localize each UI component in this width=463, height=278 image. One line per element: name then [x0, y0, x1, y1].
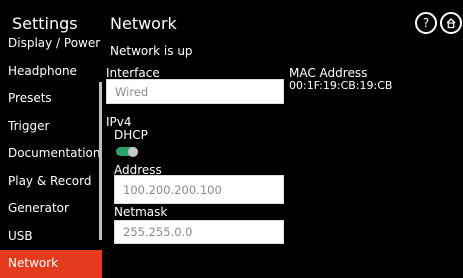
- interface-label: Interface: [106, 66, 160, 80]
- mac-address-label: MAC Address: [289, 66, 368, 80]
- interface-select[interactable]: Wired: [106, 79, 284, 104]
- ipv4-label: IPv4: [106, 115, 132, 129]
- dhcp-label: DHCP: [114, 128, 148, 142]
- dhcp-toggle-knob: [128, 146, 138, 157]
- sidebar-item-trigger[interactable]: Trigger: [0, 113, 102, 141]
- sidebar: Display / Power Headphone Presets Trigge…: [0, 30, 102, 278]
- home-button[interactable]: [440, 12, 462, 34]
- address-field[interactable]: 100.200.200.100: [114, 175, 284, 204]
- sidebar-item-play-record[interactable]: Play & Record: [0, 168, 102, 196]
- mac-address-value: 00:1F:19:CB:19:CB: [289, 79, 393, 92]
- sidebar-item-presets[interactable]: Presets: [0, 85, 102, 113]
- page-title: Network: [110, 14, 177, 33]
- sidebar-item-display-power[interactable]: Display / Power: [0, 30, 102, 58]
- netmask-field[interactable]: 255.255.0.0: [114, 220, 284, 244]
- interface-value: Wired: [115, 84, 149, 99]
- home-icon: [446, 18, 456, 29]
- sidebar-item-usb[interactable]: USB: [0, 223, 102, 251]
- netmask-label: Netmask: [114, 205, 168, 219]
- address-value: 100.200.200.100: [123, 182, 222, 197]
- sidebar-item-headphone[interactable]: Headphone: [0, 58, 102, 86]
- sidebar-item-generator[interactable]: Generator: [0, 195, 102, 223]
- sidebar-item-documentation[interactable]: Documentation: [0, 140, 102, 168]
- help-icon: ?: [422, 16, 430, 30]
- netmask-value: 255.255.0.0: [123, 225, 193, 239]
- help-button[interactable]: ?: [415, 12, 437, 34]
- network-status: Network is up: [110, 44, 193, 58]
- scrollbar[interactable]: [99, 82, 102, 240]
- sidebar-item-network[interactable]: Network: [0, 250, 102, 278]
